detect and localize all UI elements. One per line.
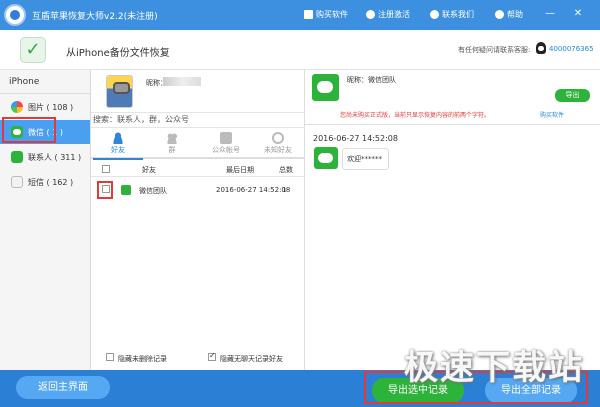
hide-no-chat-label: 隐藏无聊天记录好友 [220, 355, 283, 363]
row-friend-name: 微信团队 [139, 187, 167, 195]
tab-groups[interactable]: 群 [147, 130, 197, 159]
sidebar-item-label: 联系人 ( 311 ) [28, 152, 82, 162]
tab-label: 群 [168, 146, 176, 154]
tab-label: 好友 [111, 146, 125, 154]
group-icon [166, 132, 178, 144]
help-icon [495, 10, 504, 19]
person-icon [112, 132, 124, 144]
chat-header: 昵称：微信团队 导出 您尚未购买正式版，当前只显示恢复内容的前两个字符。 购买软… [305, 70, 600, 125]
table-row[interactable]: 微信团队 2016-06-27 14:52:08 1 [91, 180, 305, 199]
sender-avatar-icon [314, 147, 338, 169]
support-text: 有任何疑问请联系客服: [458, 46, 531, 54]
account-avatar [106, 75, 133, 108]
column-friend: 好友 [142, 166, 156, 174]
wechat-icon [121, 185, 131, 195]
buy-software-button[interactable]: 购买软件 [304, 9, 348, 20]
page-title: 从iPhone备份文件恢复 [66, 48, 170, 59]
wechat-avatar-icon [312, 74, 339, 101]
contact-button[interactable]: 联系我们 [430, 9, 474, 20]
device-name: iPhone [0, 70, 90, 94]
photos-icon [11, 101, 23, 113]
qq-icon [536, 42, 546, 54]
support-phone[interactable]: 4000076365 [549, 45, 594, 53]
sidebar-item-photos[interactable]: 图片 ( 108 ) [0, 95, 90, 119]
tab-unknown-friends[interactable]: 未知好友 [253, 130, 303, 159]
sms-icon [11, 176, 23, 188]
help-label: 帮助 [507, 10, 523, 19]
trial-warning: 您尚未购买正式版，当前只显示恢复内容的前两个字符。 [340, 112, 491, 119]
user-icon [366, 10, 375, 19]
contact-label: 联系我们 [442, 10, 474, 19]
page-header: ✓ 从iPhone备份文件恢复 有任何疑问请联系客服: 4000076365 [0, 30, 600, 70]
export-button[interactable]: 导出 [555, 89, 590, 102]
column-total: 总数 [279, 166, 293, 174]
app-logo-icon [4, 4, 26, 26]
sidebar-item-label: 短信 ( 162 ) [28, 177, 74, 187]
account-nickname-redacted [163, 77, 201, 86]
official-account-icon [220, 132, 232, 144]
tab-label: 未知好友 [264, 146, 292, 154]
chat-nickname: 昵称：微信团队 [347, 76, 396, 84]
close-button[interactable]: ✕ [572, 8, 584, 20]
help-button[interactable]: 帮助 [495, 9, 523, 20]
buy-software-link[interactable]: 购买软件 [540, 110, 564, 119]
sidebar-item-sms[interactable]: 短信 ( 162 ) [0, 170, 90, 194]
select-all-checkbox[interactable] [102, 165, 110, 173]
register-label: 注册激活 [378, 10, 410, 19]
hide-deleted-label: 隐藏未删除记录 [118, 355, 167, 363]
back-to-main-button[interactable]: 返回主界面 [16, 376, 110, 399]
contact-tabs: 好友 群 公众帐号 未知好友 [91, 130, 305, 160]
check-logo-icon: ✓ [20, 37, 46, 63]
row-total: 1 [282, 186, 287, 194]
cart-icon [304, 10, 313, 19]
chat-panel: 昵称：微信团队 导出 您尚未购买正式版，当前只显示恢复内容的前两个字符。 购买软… [305, 70, 600, 370]
highlight-row-checkbox-box [97, 181, 113, 199]
tab-official-accounts[interactable]: 公众帐号 [201, 130, 251, 159]
highlight-wechat-box [2, 117, 56, 143]
hide-deleted-checkbox[interactable] [106, 353, 114, 361]
message-timestamp: 2016-06-27 14:52:08 [313, 134, 398, 143]
minimize-button[interactable]: — [544, 8, 556, 20]
sidebar-item-contacts[interactable]: 联系人 ( 311 ) [0, 145, 90, 169]
mail-icon [430, 10, 439, 19]
row-last-date: 2016-06-27 14:52:08 [216, 186, 291, 194]
sidebar-item-label: 图片 ( 108 ) [28, 102, 74, 112]
window-title: 互盾苹果恢复大师v2.2(未注册) [32, 12, 158, 22]
sidebar: iPhone 图片 ( 108 ) 微信 ( 1 ) 联系人 ( 311 ) 短… [0, 70, 91, 370]
hide-no-chat-checkbox[interactable] [208, 351, 216, 361]
register-button[interactable]: 注册激活 [366, 9, 410, 20]
contacts-panel: 昵称： 搜索：联系人，群，公众号 好友 群 公众帐号 未知好友 好友 最后日期 … [91, 70, 305, 370]
buy-software-label: 购买软件 [316, 10, 348, 19]
tab-friends[interactable]: 好友 [93, 130, 143, 160]
contact-search-input[interactable]: 搜索：联系人，群，公众号 [91, 112, 305, 128]
unknown-friend-icon [272, 132, 284, 144]
table-header: 好友 最后日期 总数 [91, 161, 305, 177]
column-last-date: 最后日期 [226, 166, 254, 174]
message-bubble: 欢迎****** [342, 148, 389, 170]
highlight-export-box [364, 371, 588, 404]
contacts-icon [11, 151, 23, 163]
title-bar: 互盾苹果恢复大师v2.2(未注册) 购买软件 注册激活 联系我们 帮助 — ✕ [0, 0, 600, 30]
tab-label: 公众帐号 [212, 146, 240, 154]
